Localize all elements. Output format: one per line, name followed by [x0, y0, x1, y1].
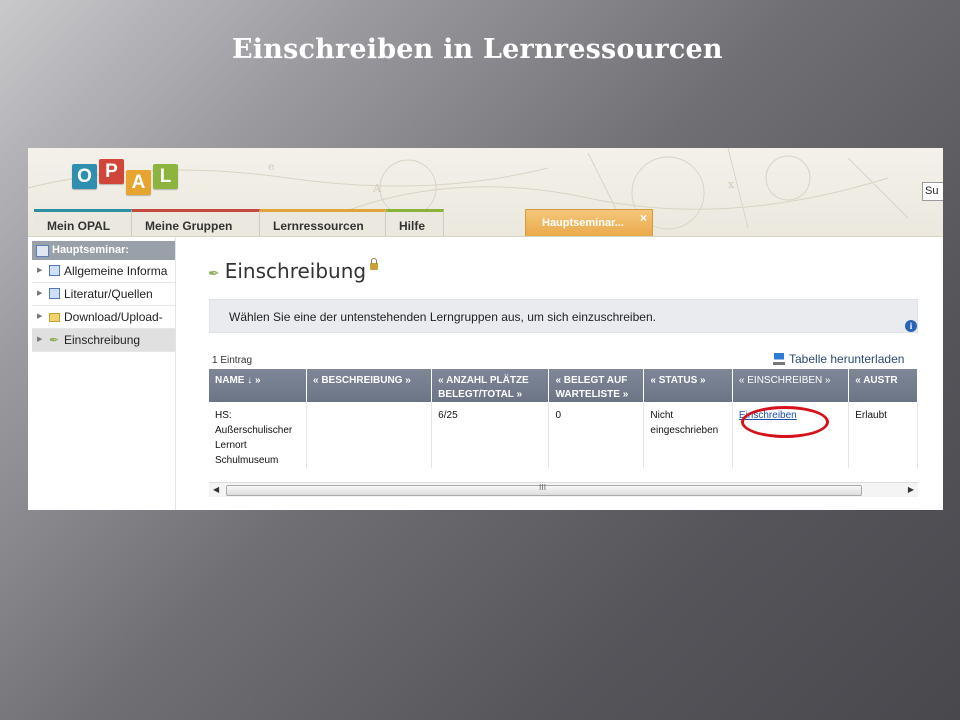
sidebar-title: Hauptseminar:	[52, 244, 130, 256]
svg-text:A: A	[372, 182, 382, 195]
logo-tile-l: L	[153, 164, 178, 189]
close-icon[interactable]: ×	[640, 205, 647, 232]
sidebar-item-download-upload[interactable]: ▶ Download/Upload-	[32, 306, 175, 329]
svg-text:x: x	[728, 178, 735, 191]
expand-arrow-icon[interactable]: ▶	[37, 283, 42, 305]
scroll-left-icon[interactable]: ◀	[213, 483, 219, 497]
column-header-status[interactable]: « STATUS »	[643, 369, 733, 402]
tab-hauptseminar-label: Hauptseminar...	[542, 217, 624, 229]
enrollment-table: NAME ↓ » « BESCHREIBUNG » « ANZAHL PLÄTZ…	[209, 369, 918, 468]
scrollbar-grip: III	[539, 483, 547, 492]
download-table-link[interactable]: Tabelle herunterladen	[773, 352, 905, 366]
slide-title: Einschreiben in Lernressourcen	[232, 34, 723, 65]
info-icon[interactable]: i	[905, 320, 917, 332]
header-divider	[28, 236, 943, 237]
main-nav-tabs: Mein OPAL Meine Gruppen Lernressourcen H…	[34, 209, 444, 237]
page-title-text: Einschreibung	[224, 259, 367, 283]
search-input[interactable]: Su	[922, 182, 943, 201]
lock-icon	[370, 258, 379, 270]
column-header-warteliste[interactable]: « BELEGT AUF WARTELISTE »	[548, 369, 645, 402]
download-label: Tabelle herunterladen	[789, 352, 905, 366]
expand-arrow-icon[interactable]: ▶	[37, 260, 42, 282]
sidebar-item-label: Literatur/Quellen	[64, 287, 153, 301]
tab-mein-opal[interactable]: Mein OPAL	[34, 209, 132, 237]
table-header-row: NAME ↓ » « BESCHREIBUNG » « ANZAHL PLÄTZ…	[209, 369, 918, 402]
sidebar-item-literatur-quellen[interactable]: ▶ Literatur/Quellen	[32, 283, 175, 306]
cell-plaetze: 6/25	[431, 402, 550, 468]
sidebar-item-einschreibung[interactable]: ▶ ✒ Einschreibung	[32, 329, 175, 352]
sidebar-divider	[175, 237, 176, 510]
table-row: HS: Außerschulischer Lernort Schulmuseum…	[209, 402, 918, 468]
sidebar-header[interactable]: Hauptseminar:	[32, 241, 175, 260]
page-title: ✒ Einschreibung	[208, 258, 379, 283]
svg-text:e: e	[268, 160, 275, 173]
course-icon	[36, 245, 49, 257]
cell-einschreiben: Einschreiben	[732, 402, 850, 468]
column-header-einschreiben[interactable]: « EINSCHREIBEN »	[732, 369, 850, 402]
entry-count: 1 Eintrag	[212, 355, 253, 366]
feather-icon: ✒	[49, 333, 60, 347]
cell-beschreibung	[306, 402, 433, 468]
einschreiben-link[interactable]: Einschreiben	[739, 410, 797, 421]
expand-arrow-icon[interactable]: ▶	[37, 306, 42, 328]
sidebar-item-allgemeine-informationen[interactable]: ▶ Allgemeine Informa	[32, 260, 175, 283]
document-icon	[49, 265, 60, 276]
column-header-beschreibung[interactable]: « BESCHREIBUNG »	[306, 369, 433, 402]
sidebar-item-label: Download/Upload-	[64, 310, 163, 324]
opal-header: Ae x O P A L Su Mein OPAL Meine Gruppen L…	[28, 148, 943, 237]
column-header-name[interactable]: NAME ↓ »	[209, 369, 307, 402]
sidebar-item-label: Allgemeine Informa	[64, 264, 168, 278]
document-icon	[49, 288, 60, 299]
cell-name: HS: Außerschulischer Lernort Schulmuseum	[209, 402, 307, 468]
tab-lernressourcen[interactable]: Lernressourcen	[260, 209, 386, 237]
opal-logo[interactable]: O P A L	[72, 159, 180, 195]
info-message: Wählen Sie eine der untenstehenden Lerng…	[209, 299, 918, 333]
folder-icon	[49, 313, 60, 322]
tab-meine-gruppen[interactable]: Meine Gruppen	[132, 209, 260, 237]
expand-arrow-icon[interactable]: ▶	[37, 329, 42, 351]
feather-icon: ✒	[208, 266, 220, 282]
sidebar-item-label: Einschreibung	[64, 333, 141, 347]
horizontal-scrollbar[interactable]: ◀ III ▶	[209, 482, 918, 497]
scroll-right-icon[interactable]: ▶	[908, 483, 914, 497]
tab-hilfe[interactable]: Hilfe	[386, 209, 444, 237]
logo-tile-a: A	[126, 170, 151, 195]
cell-warteliste: 0	[548, 402, 645, 468]
cell-status: Nicht eingeschrieben	[643, 402, 733, 468]
column-header-austritt[interactable]: « AUSTR	[848, 369, 918, 402]
scrollbar-thumb[interactable]: III	[226, 483, 862, 496]
column-header-anzahl-plaetze[interactable]: « ANZAHL PLÄTZE BELEGT/TOTAL »	[431, 369, 550, 402]
logo-tile-o: O	[72, 164, 97, 189]
logo-tile-p: P	[99, 159, 124, 184]
enrollment-table-wrapper: NAME ↓ » « BESCHREIBUNG » « ANZAHL PLÄTZ…	[209, 369, 918, 482]
cell-austritt: Erlaubt	[848, 402, 918, 468]
tab-hauptseminar[interactable]: Hauptseminar... ×	[525, 209, 653, 236]
course-sidebar: Hauptseminar: ▶ Allgemeine Informa ▶ Lit…	[32, 241, 175, 510]
opal-screenshot: Ae x O P A L Su Mein OPAL Meine Gruppen L…	[28, 148, 943, 510]
download-icon	[773, 353, 785, 365]
